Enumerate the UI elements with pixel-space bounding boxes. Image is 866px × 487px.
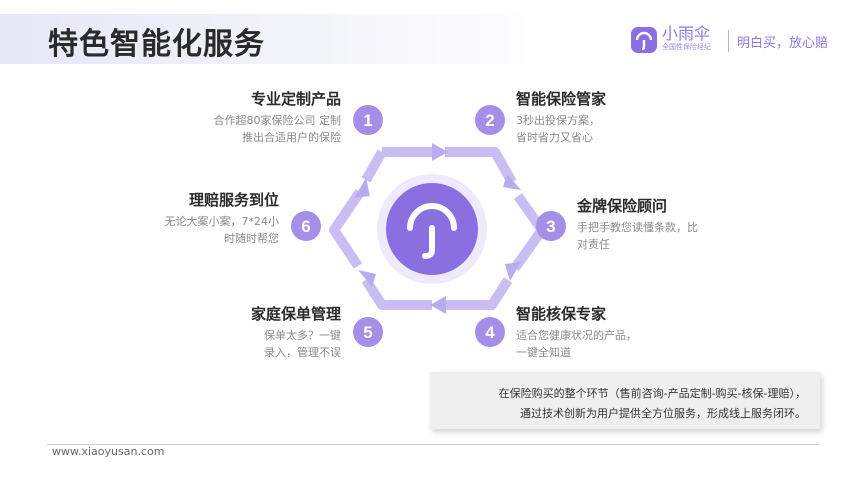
- service-item-3: 金牌保险顾问 手把手教您读懂条款，比 对责任: [577, 197, 727, 253]
- service-desc-line: 省时省力又省心: [516, 131, 593, 144]
- callout-line-1: 在保险购买的整个环节（售前咨询-产品定制-购买-核保-理赔），: [498, 387, 806, 400]
- service-desc: 保单太多？一键 录入，管理不误: [206, 327, 341, 361]
- ring-segment: [329, 189, 365, 269]
- service-title: 家庭保单管理: [250, 305, 341, 323]
- service-item-1: 专业定制产品 合作超80家保险公司 定制推出合适用户的保险: [186, 90, 342, 146]
- ring-segment: [443, 277, 513, 310]
- service-title: 专业定制产品: [250, 90, 341, 108]
- service-title: 金牌保险顾问: [577, 197, 668, 215]
- service-desc-line: 推出合适用户的保险: [242, 131, 341, 144]
- ring-segment: [445, 147, 517, 185]
- badge-number-3: 3: [546, 217, 555, 236]
- badge-number-5: 5: [363, 323, 372, 342]
- ring-arrow: [432, 143, 448, 161]
- service-desc-line: 时随时帮您: [224, 232, 279, 245]
- service-desc-line: 一键全知道: [516, 346, 571, 359]
- ring-arrow: [430, 296, 446, 314]
- ring-segment: [361, 277, 432, 310]
- service-desc-line: 适合您健康状况的产品，: [516, 329, 637, 342]
- service-title: 智能核保专家: [516, 305, 607, 323]
- service-item-2: 智能保险管家 3秒出投保方案， 省时省力又省心: [516, 90, 656, 146]
- service-desc-line: 手把手教您读懂条款，比: [577, 221, 698, 234]
- ring-segment: [361, 149, 387, 183]
- callout-line-2: 通过技术创新为用户提供全方位服务，形成线上服务闭环。: [520, 407, 806, 420]
- service-desc-line: 保单太多？一键: [264, 329, 341, 342]
- service-desc: 无论大案小案，7*24小时随时帮您: [136, 213, 280, 247]
- footer-url: www.xiaoyusan.com: [52, 445, 165, 458]
- badge-number-4: 4: [485, 323, 495, 342]
- summary-callout: 在保险购买的整个环节（售前咨询-产品定制-购买-核保-理赔）， 通过技术创新为用…: [430, 372, 820, 429]
- ring-arrow: [354, 178, 370, 198]
- service-desc: 适合您健康状况的产品， 一键全知道: [516, 327, 666, 361]
- service-desc: 合作超80家保险公司 定制推出合适用户的保险: [186, 112, 342, 146]
- badge-number-6: 6: [301, 217, 310, 236]
- service-desc-line: 合作超80家保险公司 定制: [213, 114, 342, 127]
- service-desc-line: 无论大案小案，7*24小: [164, 215, 280, 228]
- service-desc: 3秒出投保方案， 省时省力又省心: [516, 112, 656, 146]
- service-item-4: 智能核保专家 适合您健康状况的产品， 一键全知道: [516, 305, 666, 361]
- service-title: 智能保险管家: [516, 90, 607, 108]
- badge-number-1: 1: [363, 111, 372, 130]
- service-title: 理赔服务到位: [188, 191, 279, 209]
- service-item-6: 理赔服务到位 无论大案小案，7*24小时随时帮您: [136, 191, 280, 247]
- service-desc-line: 对责任: [577, 238, 610, 251]
- ring-arrow: [505, 262, 521, 281]
- service-desc-line: 3秒出投保方案，: [516, 114, 600, 127]
- badge-number-2: 2: [485, 111, 494, 130]
- service-desc: 手把手教您读懂条款，比 对责任: [577, 219, 727, 253]
- service-desc-line: 录入，管理不误: [264, 346, 341, 359]
- service-item-5: 家庭保单管理 保单太多？一键 录入，管理不误: [206, 305, 341, 361]
